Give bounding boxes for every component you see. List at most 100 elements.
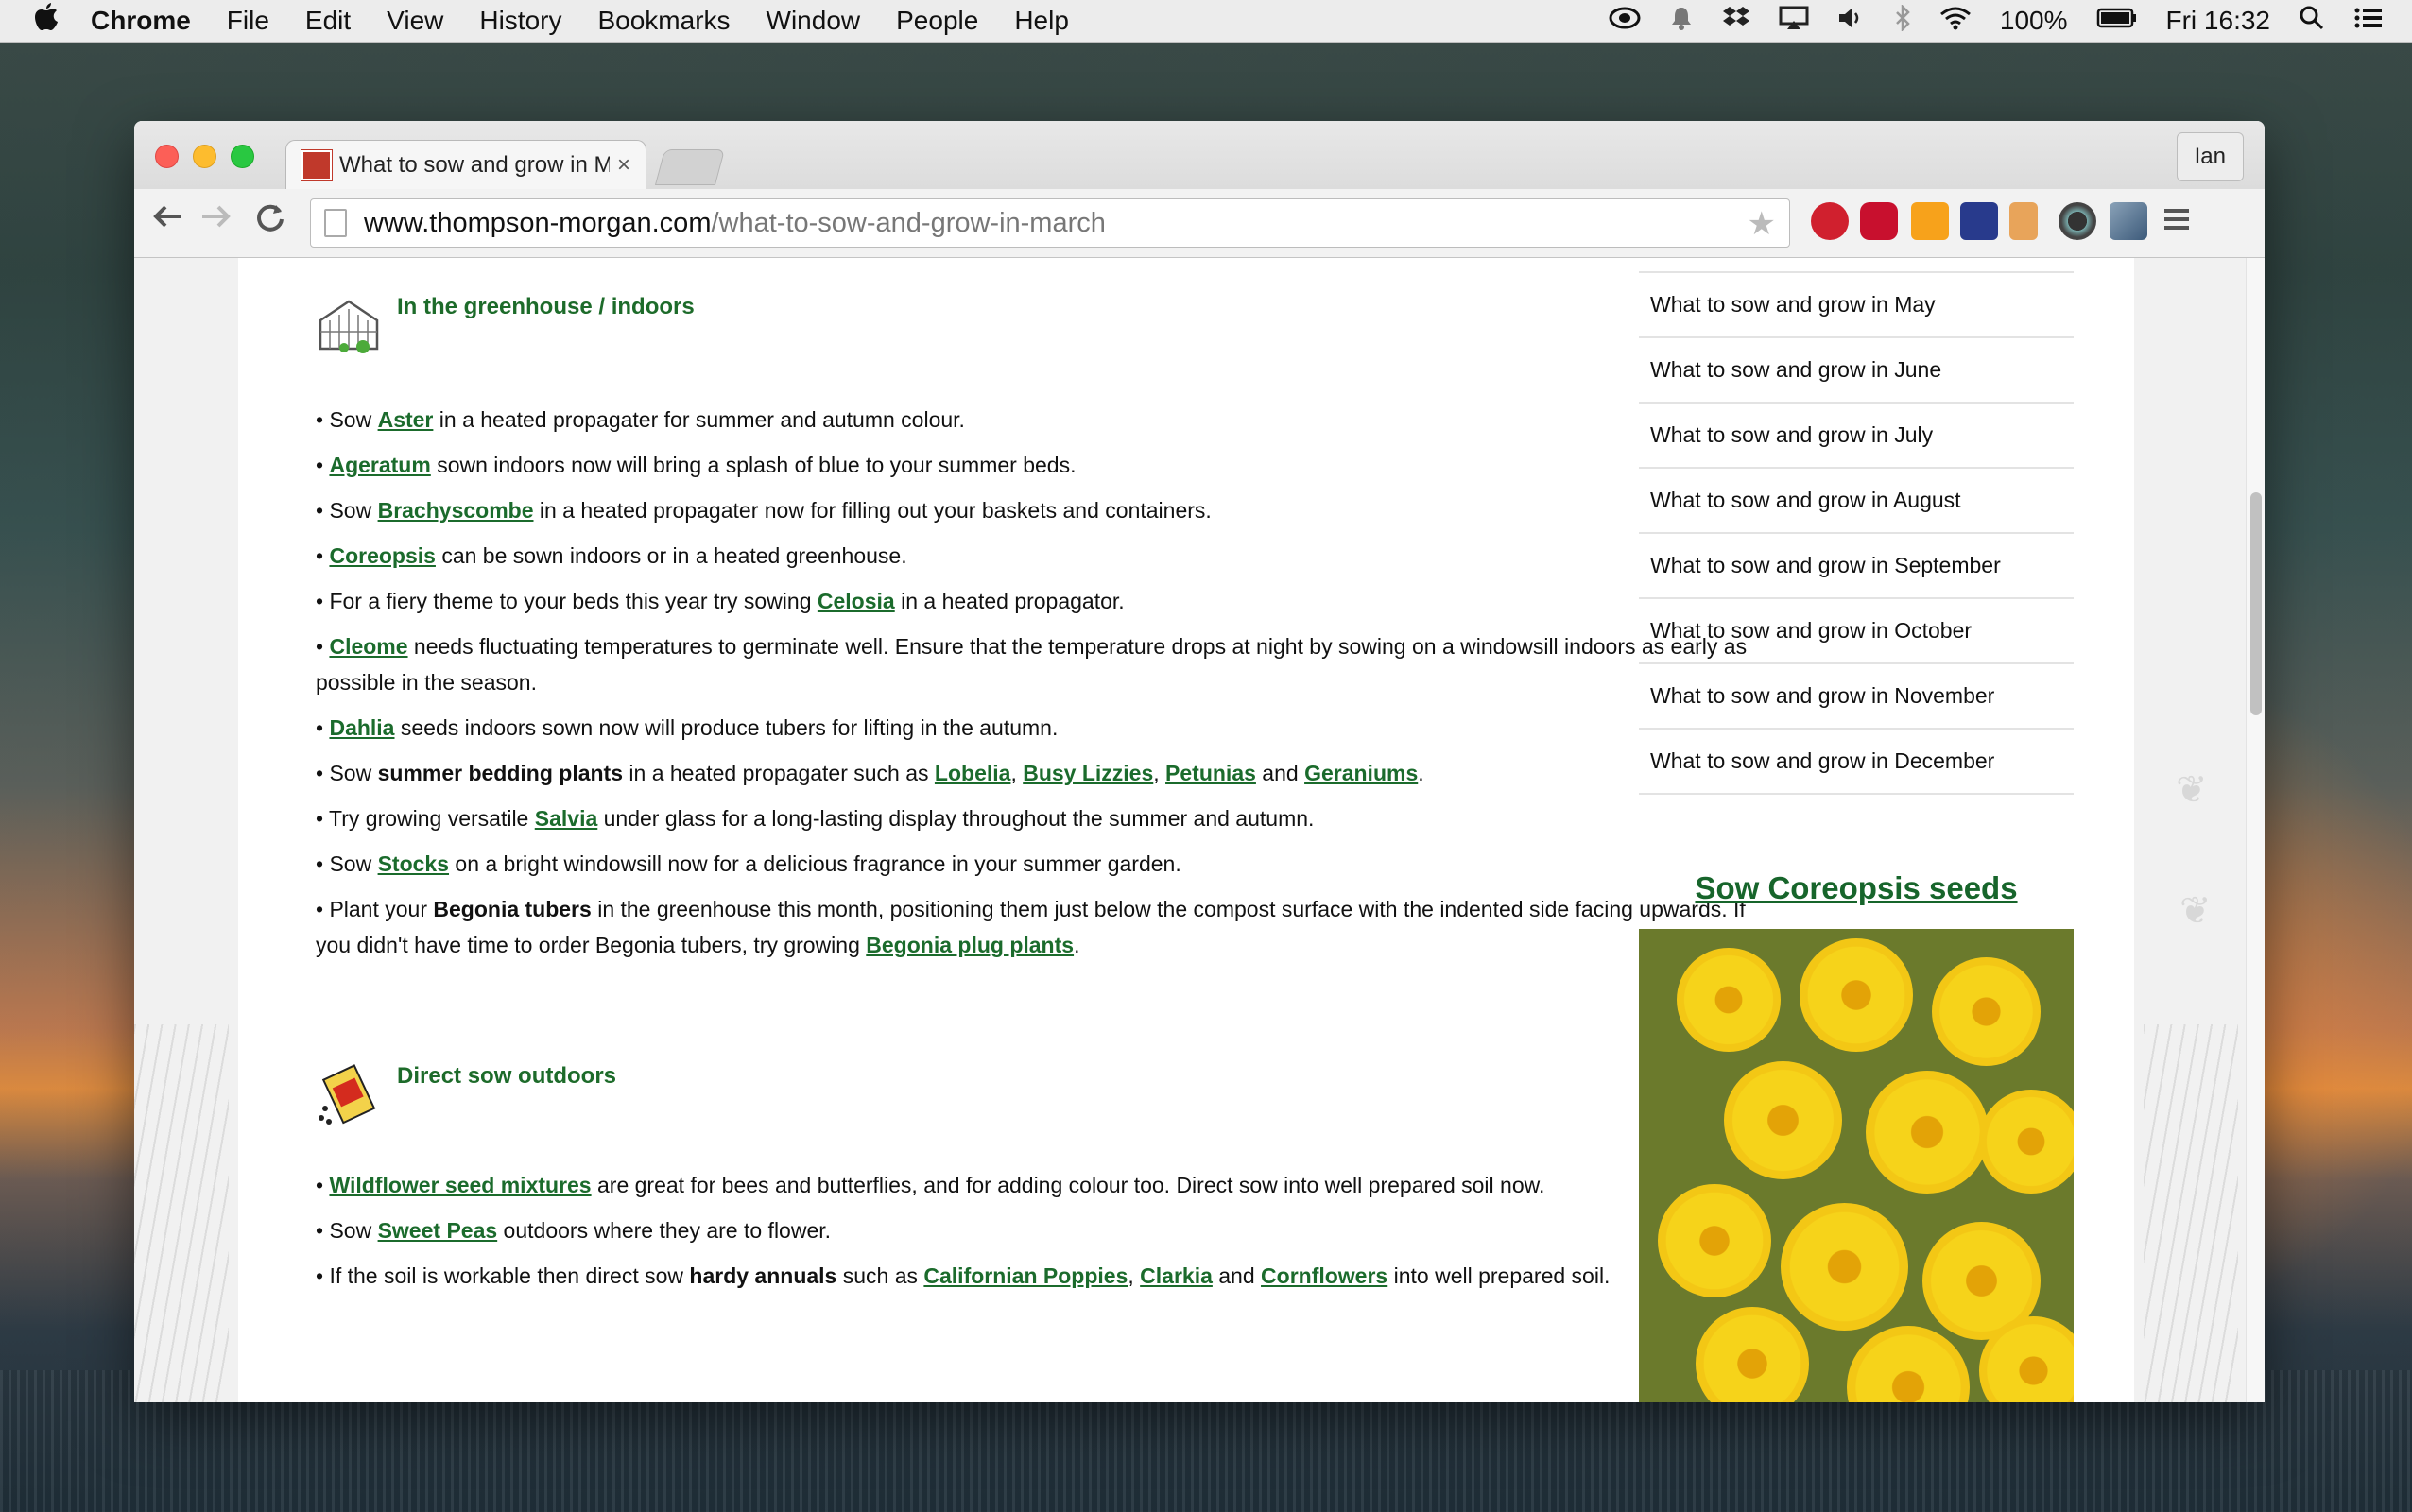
sidebar-item-may[interactable]: What to sow and grow in May (1639, 273, 2074, 338)
chrome-menu-icon[interactable] (2162, 204, 2191, 241)
seed-packet-icon (316, 1063, 382, 1125)
outdoors-heading: Direct sow outdoors (397, 1063, 617, 1089)
bold-text: hardy annuals (689, 1263, 837, 1288)
plant-link[interactable]: Dahlia (329, 715, 394, 740)
menu-help[interactable]: Help (1014, 6, 1069, 36)
pinterest-icon[interactable] (1811, 202, 1849, 240)
plant-link[interactable]: Coreopsis (329, 543, 435, 568)
page-icon (324, 209, 347, 237)
plant-link[interactable]: Lobelia (935, 761, 1011, 785)
wifi-icon[interactable] (1939, 6, 1972, 37)
color-picker-extension-icon[interactable] (2059, 202, 2096, 240)
new-tab-button[interactable] (654, 149, 726, 185)
scrollbar[interactable] (2246, 258, 2265, 1402)
forward-arrow-icon[interactable] (200, 202, 233, 239)
battery-icon[interactable] (2096, 6, 2138, 36)
greenhouse-item: • For a fiery theme to your beds this ye… (316, 589, 1125, 613)
bold-text: Begonia tubers (433, 897, 592, 921)
plant-link[interactable]: Californian Poppies (923, 1263, 1128, 1288)
sidebar-item-august[interactable]: What to sow and grow in August (1639, 469, 2074, 534)
profile-button[interactable]: Ian (2176, 132, 2244, 181)
plant-link[interactable]: Petunias (1165, 761, 1256, 785)
url-path: /what-to-sow-and-grow-in-march (711, 207, 1106, 238)
volume-icon[interactable] (1837, 6, 1866, 36)
flower-shape (1866, 1071, 1989, 1194)
plant-link[interactable]: Begonia plug plants (866, 933, 1074, 957)
sidebar-item-september[interactable]: What to sow and grow in September (1639, 534, 2074, 599)
screen-capture-extension-icon[interactable] (1960, 202, 1998, 240)
bluetooth-icon[interactable] (1894, 3, 1911, 38)
bookmark-star-icon[interactable]: ★ (1748, 205, 1776, 243)
ruler-extension-icon[interactable] (2009, 202, 2038, 240)
sidebar-item-july[interactable]: What to sow and grow in July (1639, 404, 2074, 469)
outdoors-list: • Wildflower seed mixtures are great for… (316, 1167, 1752, 1303)
minimize-window-button[interactable] (193, 145, 216, 168)
tab-active[interactable]: What to sow and grow in March × (285, 140, 646, 190)
plant-link[interactable]: Wildflower seed mixtures (329, 1173, 591, 1197)
left-background (134, 258, 238, 1402)
zoom-window-button[interactable] (231, 145, 254, 168)
notification-bell-icon[interactable] (1669, 5, 1694, 38)
menu-chrome[interactable]: Chrome (91, 6, 191, 36)
plant-link[interactable]: Celosia (818, 589, 895, 613)
greenhouse-item: • Coreopsis can be sown indoors or in a … (316, 543, 907, 568)
flower-shape (1658, 1184, 1771, 1297)
address-bar[interactable]: www.thompson-morgan.com/what-to-sow-and-… (310, 198, 1790, 248)
menu-edit[interactable]: Edit (305, 6, 351, 36)
back-arrow-icon[interactable] (151, 202, 183, 239)
plant-link[interactable]: Aster (378, 407, 434, 432)
sidebar-item-october[interactable]: What to sow and grow in October (1639, 599, 2074, 664)
plant-link[interactable]: Cleome (329, 634, 407, 659)
sidebar-item-june[interactable]: What to sow and grow in June (1639, 338, 2074, 404)
scrollbar-thumb[interactable] (2250, 492, 2262, 715)
greenhouse-item: • Cleome needs fluctuating temperatures … (316, 634, 1748, 695)
outdoors-item: • Wildflower seed mixtures are great for… (316, 1173, 1545, 1197)
menu-window[interactable]: Window (767, 6, 861, 36)
sidebar-month-list: What to sow and grow in May What to sow … (1639, 258, 2074, 795)
menu-file[interactable]: File (227, 6, 269, 36)
menu-view[interactable]: View (387, 6, 443, 36)
greenhouse-item: • Sow Brachyscombe in a heated propagate… (316, 498, 1212, 523)
plant-link[interactable]: Salvia (535, 806, 598, 831)
menu-history[interactable]: History (479, 6, 561, 36)
butterfly-icon: ❦ (2176, 769, 2208, 811)
promo-link[interactable]: Sow Coreopsis seeds (1639, 870, 2074, 906)
plant-link[interactable]: Clarkia (1140, 1263, 1213, 1288)
sidebar-item-november[interactable]: What to sow and grow in November (1639, 664, 2074, 730)
battery-percent: 100% (1999, 6, 2068, 35)
clock[interactable]: Fri 16:32 (2166, 6, 2271, 36)
flower-shape (1781, 1203, 1908, 1331)
spotlight-search-icon[interactable] (2299, 5, 2325, 38)
plant-link[interactable]: Brachyscombe (378, 498, 534, 523)
plant-link[interactable]: Sweet Peas (378, 1218, 498, 1243)
dropbox-icon[interactable] (1722, 5, 1750, 38)
greenhouse-item: • Sow Stocks on a bright windowsill now … (316, 851, 1181, 876)
adblock-plus-icon[interactable] (1860, 202, 1898, 240)
reload-icon[interactable] (255, 202, 285, 241)
creative-cloud-icon[interactable] (1609, 6, 1641, 37)
plant-link[interactable]: Stocks (378, 851, 449, 876)
plant-link[interactable]: Geraniums (1304, 761, 1418, 785)
airplay-icon[interactable] (1779, 6, 1809, 37)
plant-link[interactable]: Busy Lizzies (1023, 761, 1153, 785)
flower-shape (1932, 957, 2041, 1066)
eyedropper-extension-icon[interactable] (2110, 202, 2147, 240)
analytics-extension-icon[interactable] (1911, 202, 1949, 240)
sidebar-item-december[interactable]: What to sow and grow in December (1639, 730, 2074, 795)
favicon-icon (302, 150, 332, 180)
outdoors-section-header: Direct sow outdoors (316, 1063, 616, 1125)
outdoors-item: • If the soil is workable then direct so… (316, 1263, 1611, 1288)
plant-link[interactable]: Cornflowers (1261, 1263, 1387, 1288)
menu-people[interactable]: People (896, 6, 978, 36)
greenhouse-icon (316, 294, 382, 356)
apple-menu-icon[interactable] (34, 3, 59, 39)
greenhouse-section-header: In the greenhouse / indoors (316, 294, 695, 356)
plant-link[interactable]: Ageratum (329, 453, 430, 477)
browser-window: What to sow and grow in March × Ian www.… (134, 121, 2265, 1402)
notification-center-icon[interactable] (2353, 6, 2384, 37)
close-tab-icon[interactable]: × (617, 152, 630, 179)
coreopsis-photo[interactable] (1639, 929, 2074, 1402)
greenhouse-item: • Sow summer bedding plants in a heated … (316, 761, 1424, 785)
close-window-button[interactable] (155, 145, 179, 168)
menu-bookmarks[interactable]: Bookmarks (597, 6, 730, 36)
